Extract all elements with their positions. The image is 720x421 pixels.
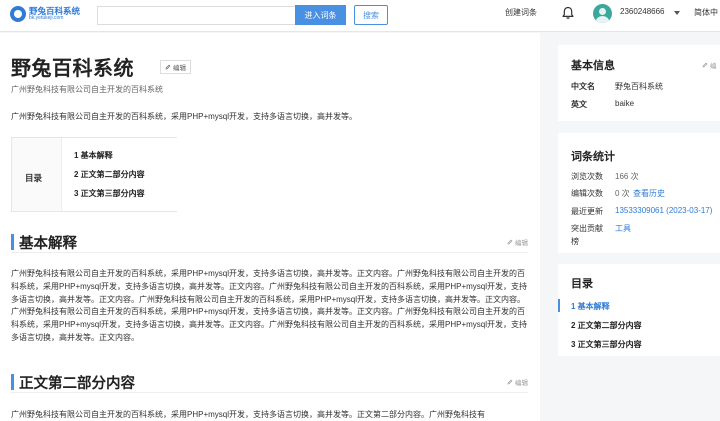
section-heading: 基本解释 编辑 xyxy=(11,231,528,253)
section-title: 正文第二部分内容 xyxy=(19,376,135,392)
stats-title: 词条统计 xyxy=(571,151,615,163)
section-accent-bar xyxy=(11,374,14,390)
page-title: 野兔百科系统 xyxy=(11,58,134,80)
search-button[interactable]: 搜索 xyxy=(354,5,388,25)
info-key-english: 英文 xyxy=(571,100,587,109)
logo-subtitle: bk.yetukeji.com xyxy=(29,15,64,22)
basic-info-title: 基本信息 xyxy=(571,60,615,72)
basic-info-card: 基本信息 编 中文名 野兔百科系统 英文 baike xyxy=(558,45,720,121)
sidebar-toc-title: 目录 xyxy=(571,278,593,290)
section-accent-bar xyxy=(11,234,14,250)
edit-label: 编辑 xyxy=(515,380,528,387)
notification-bell-icon[interactable] xyxy=(561,6,575,20)
language-switch[interactable]: 简体中 xyxy=(694,7,718,18)
pencil-icon xyxy=(507,379,513,385)
section-body: 广州野兔科技有限公司自主开发的百科系统，采用PHP+mysql开发，支持多语言切… xyxy=(11,410,486,419)
stat-key-contributor-cont: 榜 xyxy=(571,237,579,246)
create-entry-link[interactable]: 创建词条 xyxy=(505,7,537,18)
section-edit-link[interactable]: 编辑 xyxy=(507,237,528,247)
info-key-chinese-name: 中文名 xyxy=(571,82,595,91)
edit-label: 编辑 xyxy=(173,65,186,72)
site-logo[interactable]: 野兔百科系统 bk.yetukeji.com xyxy=(10,6,80,22)
search-input[interactable] xyxy=(97,6,295,25)
user-avatar[interactable] xyxy=(593,4,612,23)
stat-key-contributor: 突出贡献 xyxy=(571,224,603,233)
section-title: 基本解释 xyxy=(19,236,77,252)
view-history-link[interactable]: 查看历史 xyxy=(633,188,665,199)
stat-key-edits: 编辑次数 xyxy=(571,189,603,198)
info-value-english: baike xyxy=(615,99,635,108)
username[interactable]: 2360248666 xyxy=(620,7,665,16)
stat-value-views: 166 次 xyxy=(615,172,639,181)
toc-item-part-two[interactable]: 2 正文第二部分内容 xyxy=(74,169,145,180)
pencil-icon xyxy=(165,64,171,70)
pencil-icon xyxy=(507,239,513,245)
section-body: 广州野兔科技有限公司自主开发的百科系统，采用PHP+mysql开发，支持多语言切… xyxy=(11,269,528,342)
info-value-chinese-name: 野兔百科系统 xyxy=(615,82,663,91)
active-item-bar xyxy=(558,299,560,312)
top-bar: 野兔百科系统 bk.yetukeji.com 进入词条 搜索 创建词条 2360… xyxy=(0,0,720,32)
toc-label: 目录 xyxy=(25,173,43,183)
table-of-contents: 目录 1 基本解释 2 正文第二部分内容 3 正文第三部分内容 xyxy=(11,137,177,212)
sidebar-toc-card: 目录 1 基本解释 2 正文第二部分内容 3 正文第三部分内容 xyxy=(558,264,720,356)
entry-main: 野兔百科系统 编辑 广州野兔科技有限公司自主开发的百科系统 广州野兔科技有限公司… xyxy=(0,33,540,421)
basic-info-edit-link[interactable]: 编 xyxy=(702,60,717,70)
chevron-down-icon[interactable] xyxy=(674,11,680,15)
entry-subtitle: 广州野兔科技有限公司自主开发的百科系统 xyxy=(11,85,163,94)
entry-summary: 广州野兔科技有限公司自主开发的百科系统，采用PHP+mysql开发，支持多语言切… xyxy=(11,112,358,121)
entry-stats-card: 词条统计 浏览次数 166 次 编辑次数 0 次 查看历史 最近更新 13533… xyxy=(558,133,720,253)
stat-key-views: 浏览次数 xyxy=(571,172,603,181)
pencil-icon xyxy=(702,62,708,68)
toc-item-basic[interactable]: 1 基本解释 xyxy=(74,150,113,161)
rabbit-logo-icon xyxy=(10,6,26,22)
edit-label: 编辑 xyxy=(515,240,528,247)
sidebar-toc-item-part-two[interactable]: 2 正文第二部分内容 xyxy=(571,320,642,331)
sidebar-toc-item-part-three[interactable]: 3 正文第三部分内容 xyxy=(571,339,642,350)
section-heading: 正文第二部分内容 编辑 xyxy=(11,371,528,393)
edit-label: 编 xyxy=(710,63,717,70)
sidebar-toc-item-basic[interactable]: 1 基本解释 xyxy=(571,301,610,312)
section-edit-link[interactable]: 编辑 xyxy=(507,377,528,387)
stat-value-edits: 0 次 xyxy=(615,189,630,198)
stat-value-contributor[interactable]: 工具 xyxy=(615,223,631,234)
toc-item-part-three[interactable]: 3 正文第三部分内容 xyxy=(74,188,145,199)
logo-title: 野兔百科系统 xyxy=(29,5,81,16)
stat-key-updated: 最近更新 xyxy=(571,207,603,216)
enter-entry-button[interactable]: 进入词条 xyxy=(295,5,346,25)
edit-entry-button[interactable]: 编辑 xyxy=(160,60,191,74)
stat-value-updated[interactable]: 13533309061 (2023-03-17) xyxy=(615,206,712,215)
